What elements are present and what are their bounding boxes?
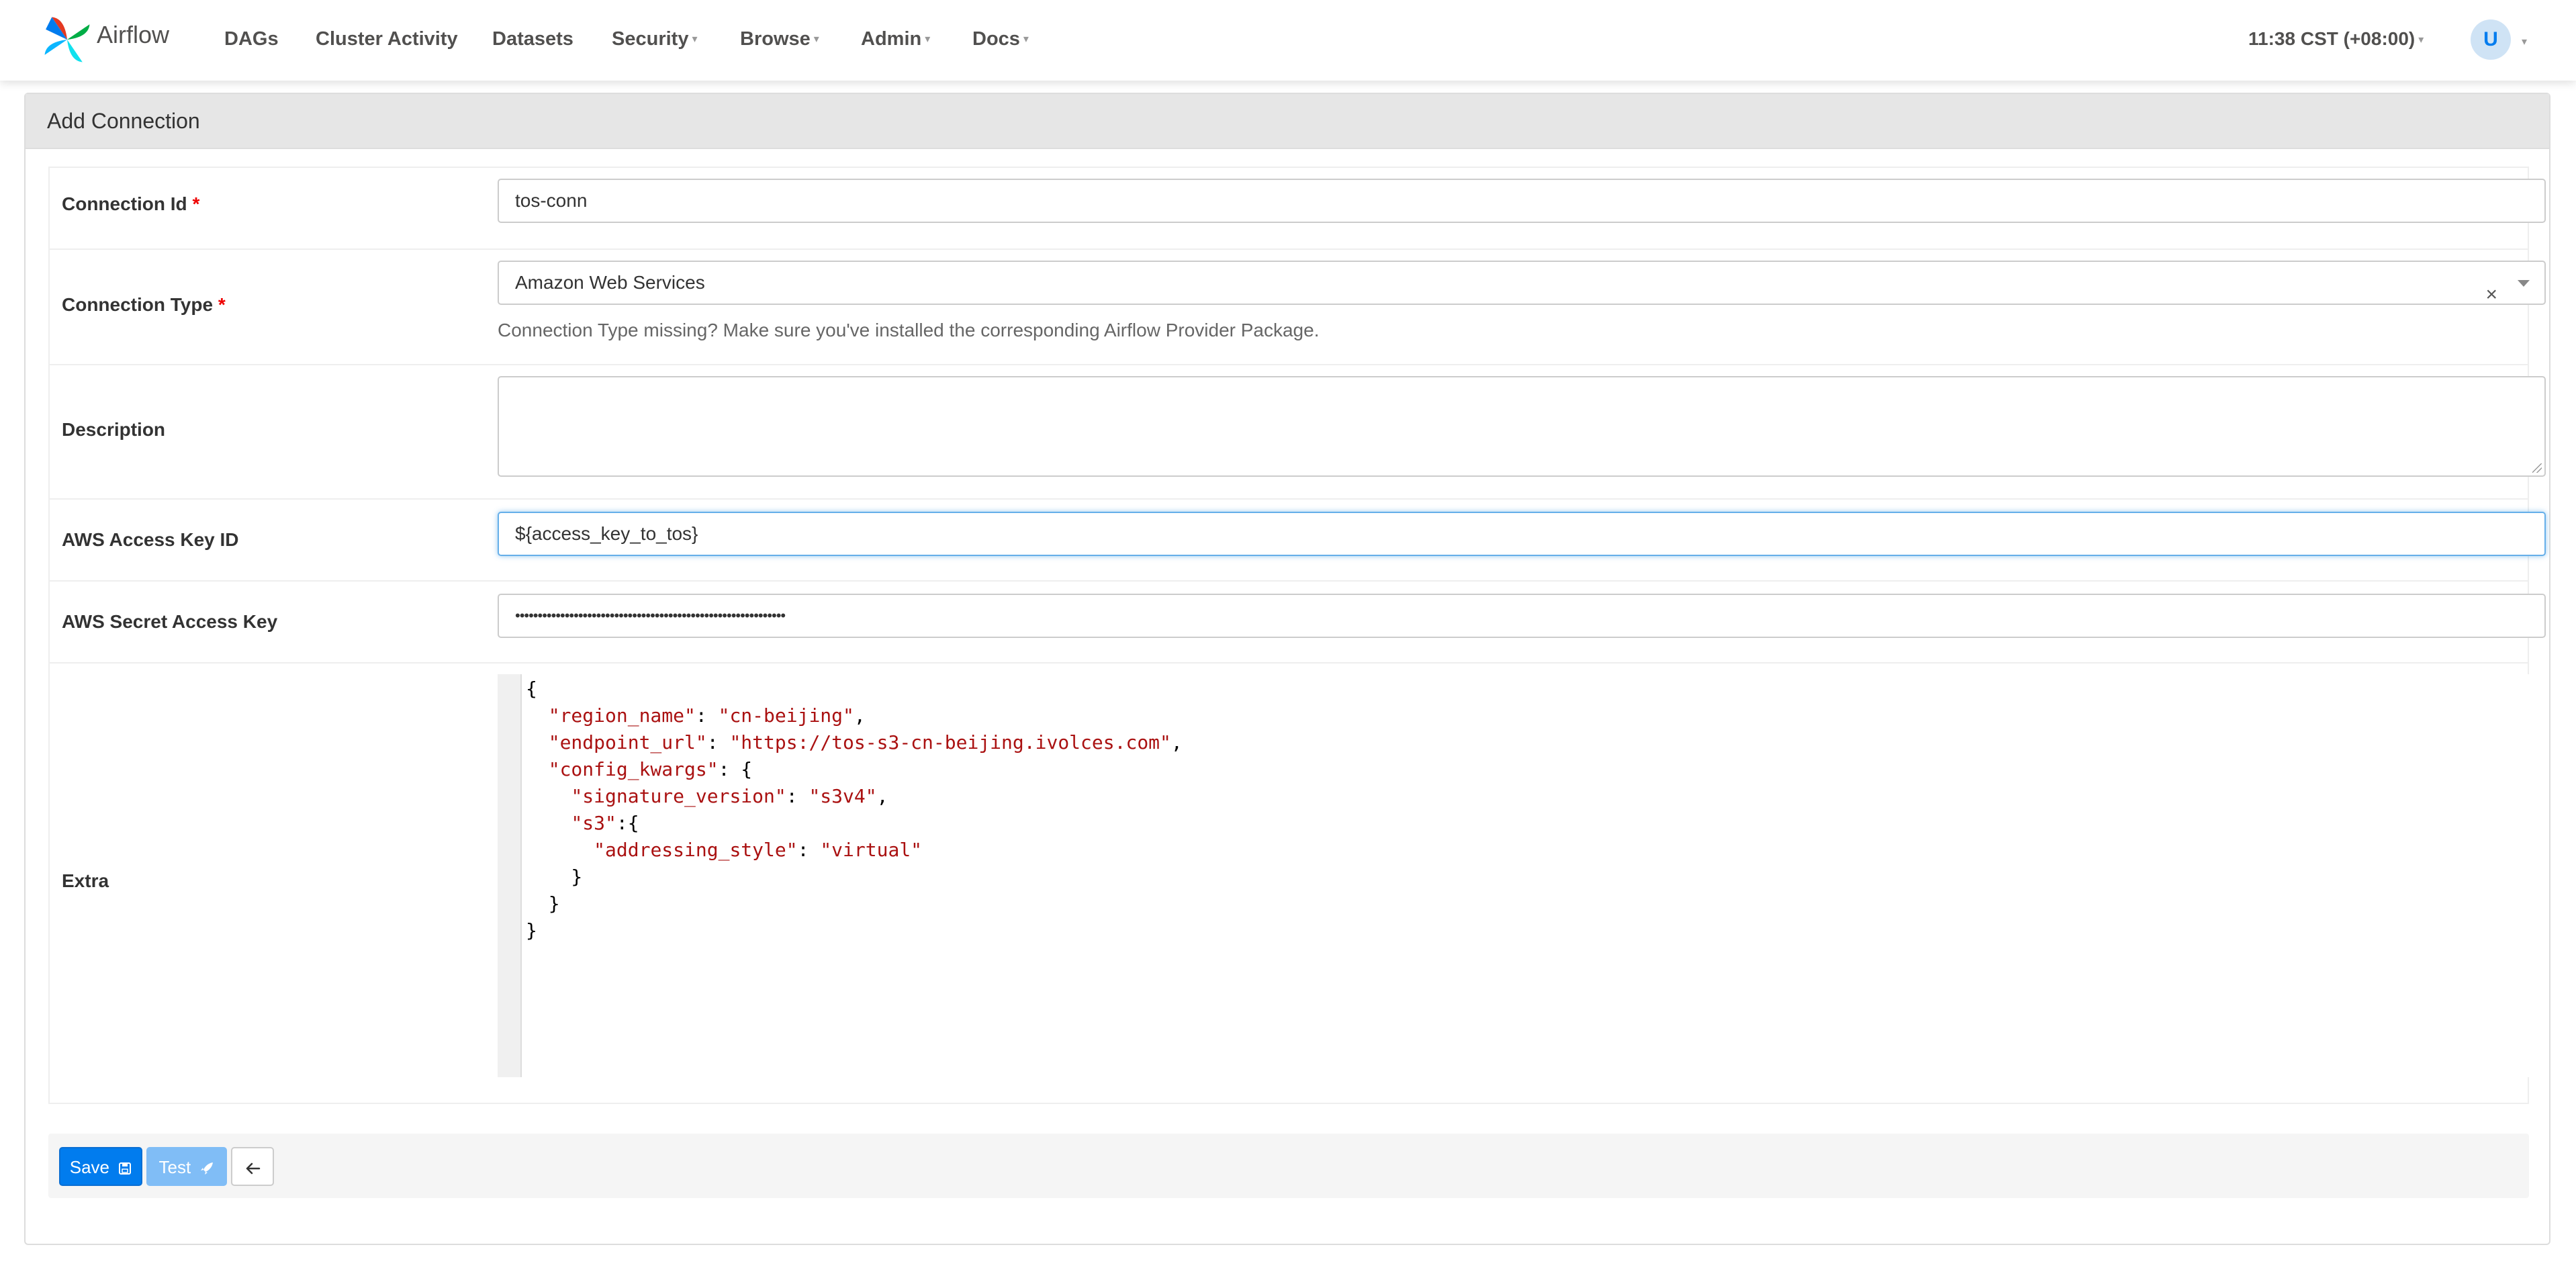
chevron-down-icon: ▾ [813,34,819,46]
panel-title: Add Connection [26,94,2549,149]
connection-id-input[interactable] [498,179,2546,223]
add-connection-panel: Add Connection Connection Id * Connectio… [24,93,2550,1245]
airflow-logo[interactable]: Airflow [42,9,169,70]
row-aws-secret-key: AWS Secret Access Key ••••••••••••••••••… [50,582,2546,663]
user-avatar[interactable]: U [2471,19,2511,60]
row-description: Description [50,365,2546,500]
chevron-down-icon[interactable] [2518,280,2530,287]
arrow-left-icon [246,1162,261,1175]
resize-handle-icon[interactable] [2532,463,2542,473]
nav-admin[interactable]: Admin ▾ [861,23,930,55]
floppy-disk-icon [119,1162,132,1175]
connection-type-select[interactable]: Amazon Web Services × [498,261,2546,306]
description-textarea[interactable] [498,376,2546,477]
editor-gutter [498,674,522,1077]
extra-label: Extra [62,870,109,891]
timezone-clock[interactable]: 11:38 CST (+08:00) ▾ [2248,23,2424,55]
row-connection-id: Connection Id * [50,168,2546,250]
connection-form: Connection Id * Connection Type * Amazon… [48,167,2546,1104]
nav-cluster-activity[interactable]: Cluster Activity [316,23,458,55]
extra-json-editor[interactable]: { "region_name": "cn-beijing", "endpoint… [498,674,2546,1077]
extra-json-code[interactable]: { "region_name": "cn-beijing", "endpoint… [526,676,1183,944]
rocket-icon [201,1162,214,1175]
top-navbar: Airflow DAGs Cluster Activity Datasets S… [0,0,2576,81]
form-actions: Save Test [48,1134,2529,1198]
brand-name: Airflow [97,21,170,48]
row-extra: Extra { "region_name": "cn-beijing", "en… [50,663,2546,1103]
aws-secret-key-label: AWS Secret Access Key [62,611,278,632]
back-button[interactable] [231,1147,274,1186]
nav-datasets[interactable]: Datasets [492,23,573,55]
chevron-down-icon: ▾ [1023,34,1029,46]
chevron-down-icon: ▾ [2418,34,2424,46]
nav-security[interactable]: Security ▾ [612,23,697,55]
aws-access-key-label: AWS Access Key ID [62,529,239,550]
connection-id-label: Connection Id * [62,193,200,214]
nav-browse[interactable]: Browse ▾ [740,23,819,55]
aws-secret-key-input[interactable]: ••••••••••••••••••••••••••••••••••••••••… [498,594,2546,638]
chevron-down-icon[interactable]: ▾ [2522,35,2527,48]
chevron-down-icon: ▾ [925,34,931,46]
connection-type-help: Connection Type missing? Make sure you'v… [498,320,1320,340]
connection-type-label: Connection Type * [62,294,226,315]
chevron-down-icon: ▾ [692,34,698,46]
row-aws-access-key: AWS Access Key ID [50,500,2546,582]
description-label: Description [62,419,166,440]
clear-icon[interactable]: × [2485,274,2497,316]
row-connection-type: Connection Type * Amazon Web Services × … [50,250,2546,365]
test-button[interactable]: Test [146,1147,227,1186]
airflow-pinwheel-icon [44,17,90,62]
nav-dags[interactable]: DAGs [224,23,279,55]
save-button[interactable]: Save [59,1147,142,1186]
aws-access-key-input[interactable] [498,512,2546,556]
nav-docs[interactable]: Docs ▾ [972,23,1029,55]
